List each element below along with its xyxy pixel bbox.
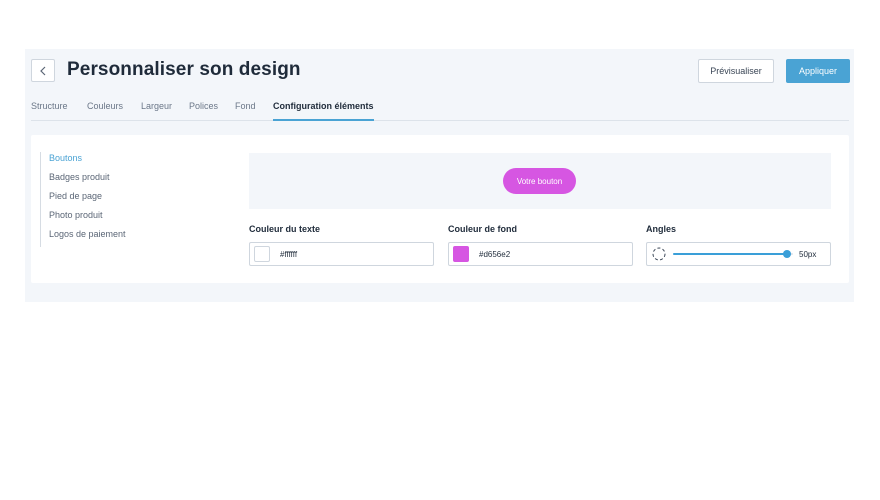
menu-item-logos-paiement[interactable]: Logos de paiement bbox=[41, 228, 190, 247]
tab-bar: Structure Couleurs Largeur Polices Fond … bbox=[31, 99, 849, 121]
text-color-input[interactable] bbox=[280, 247, 420, 261]
tab-largeur[interactable]: Largeur bbox=[141, 101, 172, 121]
angles-label: Angles bbox=[646, 224, 677, 234]
angles-slider[interactable] bbox=[673, 249, 793, 259]
bg-color-label: Couleur de fond bbox=[448, 224, 517, 234]
menu-item-pied-de-page[interactable]: Pied de page bbox=[41, 190, 190, 209]
text-color-swatch[interactable] bbox=[254, 246, 270, 262]
preview-sample-button[interactable]: Votre bouton bbox=[503, 168, 576, 194]
tab-configuration-elements[interactable]: Configuration éléments bbox=[273, 101, 374, 121]
preview-button[interactable]: Prévisualiser bbox=[698, 59, 774, 83]
page-title: Personnaliser son design bbox=[67, 59, 301, 80]
rounded-corner-icon bbox=[652, 247, 666, 261]
text-color-label: Couleur du texte bbox=[249, 224, 321, 234]
bg-color-input[interactable] bbox=[479, 247, 619, 261]
button-preview-area: Votre bouton bbox=[249, 153, 831, 209]
menu-item-boutons[interactable]: Boutons bbox=[41, 152, 190, 171]
design-panel: Personnaliser son design Prévisualiser A… bbox=[25, 49, 854, 302]
chevron-left-icon bbox=[40, 66, 46, 75]
bg-color-swatch[interactable] bbox=[453, 246, 469, 262]
bg-color-field bbox=[448, 242, 633, 266]
back-button[interactable] bbox=[31, 59, 55, 82]
slider-thumb[interactable] bbox=[783, 250, 791, 258]
text-color-field bbox=[249, 242, 434, 266]
menu-item-badges-produit[interactable]: Badges produit bbox=[41, 171, 190, 190]
element-menu: Boutons Badges produit Pied de page Phot… bbox=[40, 152, 190, 247]
tab-structure[interactable]: Structure bbox=[31, 101, 68, 121]
tab-polices[interactable]: Polices bbox=[189, 101, 218, 121]
settings-card: Boutons Badges produit Pied de page Phot… bbox=[31, 135, 849, 283]
menu-item-photo-produit[interactable]: Photo produit bbox=[41, 209, 190, 228]
tab-couleurs[interactable]: Couleurs bbox=[87, 101, 123, 121]
angles-field: 50px bbox=[646, 242, 831, 266]
angles-value: 50px bbox=[799, 250, 817, 259]
tab-fond[interactable]: Fond bbox=[235, 101, 256, 121]
slider-fill bbox=[673, 253, 787, 255]
apply-button[interactable]: Appliquer bbox=[786, 59, 850, 83]
